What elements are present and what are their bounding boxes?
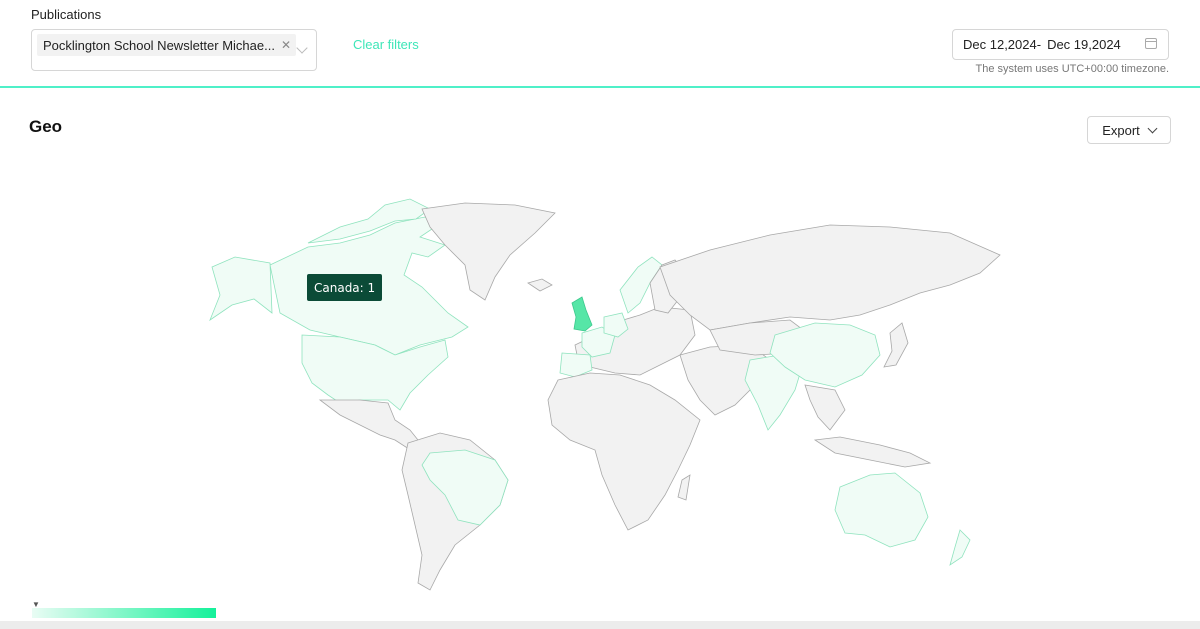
country-united-states[interactable] [301, 334, 449, 411]
date-start[interactable]: Dec 12,2024- [963, 37, 1041, 52]
date-range-picker[interactable]: Dec 12,2024- Dec 19,2024 [952, 29, 1169, 60]
publications-label: Publications [31, 7, 102, 22]
close-icon[interactable]: ✕ [281, 38, 291, 52]
country-japan[interactable] [883, 322, 909, 368]
clear-filters-link[interactable]: Clear filters [353, 37, 419, 52]
world-map[interactable] [190, 195, 1020, 595]
country-iceland[interactable] [527, 278, 553, 292]
country-alaska[interactable] [209, 256, 273, 322]
section-divider [0, 86, 1200, 88]
bottom-scroll-strip [0, 621, 1200, 629]
country-united-kingdom[interactable] [571, 296, 593, 332]
chevron-down-icon[interactable] [296, 42, 308, 54]
export-label: Export [1102, 122, 1140, 138]
date-end[interactable]: Dec 19,2024 [1047, 37, 1121, 52]
publications-select[interactable]: Pocklington School Newsletter Michae... … [31, 29, 317, 71]
timezone-note: The system uses UTC+00:00 timezone. [975, 63, 1170, 75]
publication-tag: Pocklington School Newsletter Michae... … [37, 34, 296, 56]
africa[interactable] [547, 372, 701, 531]
country-madagascar[interactable] [677, 474, 691, 501]
filter-bar: Publications Pocklington School Newslett… [0, 0, 1200, 86]
publication-tag-label: Pocklington School Newsletter Michae... [43, 37, 275, 53]
country-new-zealand[interactable] [949, 529, 971, 566]
export-button[interactable]: Export [1087, 116, 1171, 144]
calendar-icon[interactable] [1145, 38, 1157, 49]
country-mexico[interactable] [318, 399, 423, 452]
legend-gradient [32, 608, 216, 618]
country-australia[interactable] [834, 472, 929, 548]
southeast-asia[interactable] [804, 384, 846, 431]
geo-title: Geo [29, 117, 63, 136]
chevron-down-icon [1147, 123, 1158, 133]
indonesia[interactable] [813, 436, 932, 468]
map-tooltip: Canada: 1 [307, 274, 383, 301]
country-russia[interactable] [659, 224, 1001, 331]
